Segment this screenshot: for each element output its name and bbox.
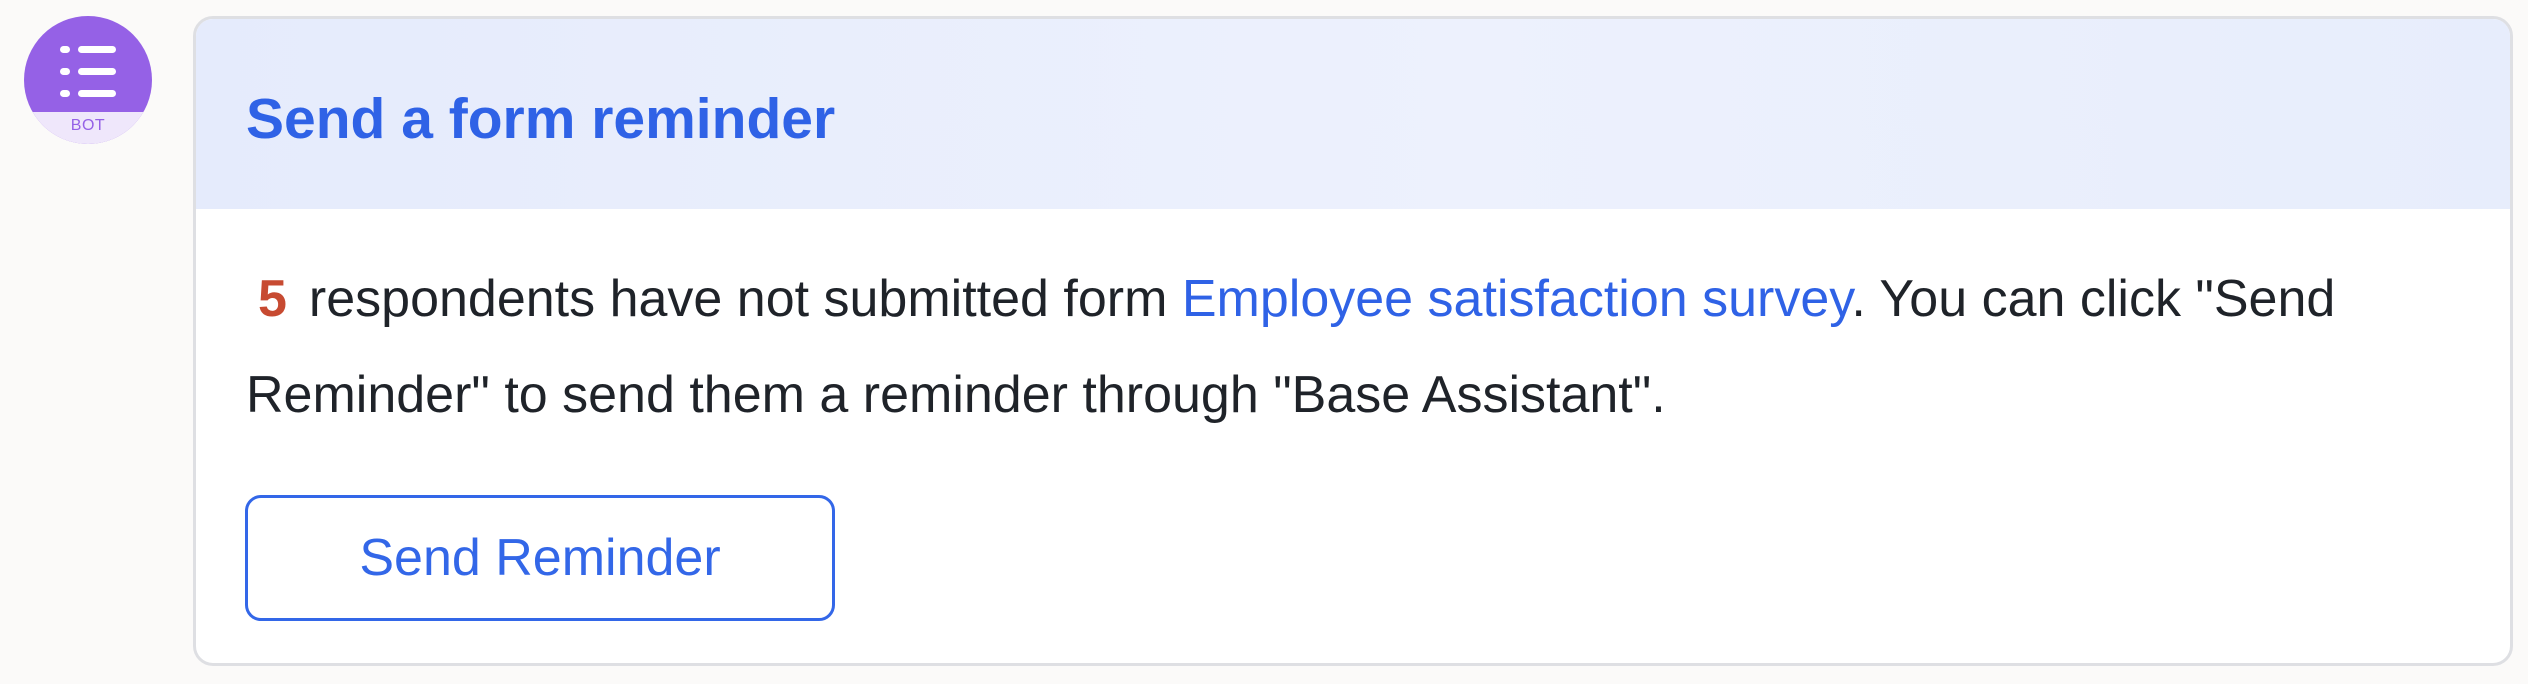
- form-link[interactable]: Employee satisfaction survey: [1182, 270, 1852, 328]
- send-reminder-button[interactable]: Send Reminder: [245, 495, 835, 621]
- card-title: Send a form reminder: [246, 87, 836, 151]
- bot-avatar[interactable]: BOT: [24, 16, 152, 144]
- list-icon: [60, 46, 116, 97]
- reminder-message: 5 respondents have not submitted form Emp…: [246, 251, 2476, 443]
- respondent-count: 5: [258, 270, 287, 328]
- card-header: Send a form reminder: [196, 19, 2510, 209]
- bot-badge: BOT: [24, 112, 152, 144]
- reminder-card: Send a form reminder 5 respondents have n…: [193, 16, 2513, 666]
- message-text-before-link: respondents have not submitted form: [308, 270, 1182, 328]
